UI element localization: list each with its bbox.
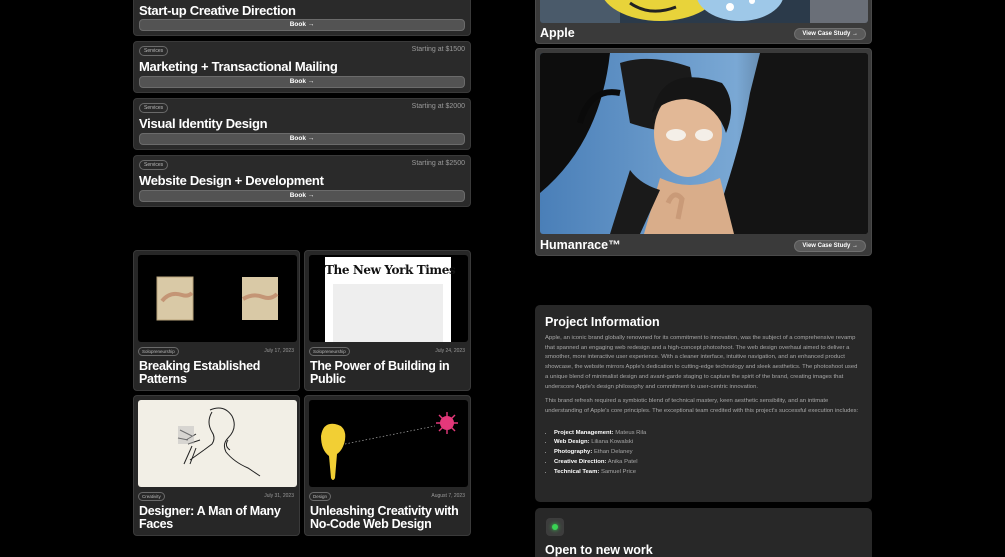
blog-card-no-code[interactable]: Design August 7, 2023 Unleashing Creativ… bbox=[304, 395, 471, 536]
credit-item: Project Management: Mateus Rila bbox=[554, 429, 862, 439]
service-title: Start-up Creative Direction bbox=[139, 3, 296, 18]
project-information-panel: Project Information Apple, an iconic bra… bbox=[535, 305, 872, 502]
newspaper-masthead: The New York Times bbox=[325, 263, 456, 277]
service-title: Website Design + Development bbox=[139, 173, 324, 188]
arrow-right-icon: → bbox=[852, 243, 858, 249]
service-card-website: Services Starting at $2500 Website Desig… bbox=[133, 155, 471, 207]
creation-of-adam-image bbox=[156, 276, 279, 321]
blog-tag: Solopreneurship bbox=[138, 347, 179, 356]
service-title: Visual Identity Design bbox=[139, 116, 268, 131]
case-study-name: Humanrace™ bbox=[540, 238, 621, 252]
case-study-name: Apple bbox=[540, 26, 575, 40]
blog-title: Breaking Established Patterns bbox=[139, 359, 261, 386]
case-study-image bbox=[540, 0, 868, 23]
view-case-study-button[interactable]: View Case Study → bbox=[794, 28, 866, 40]
service-card-mailing: Services Starting at $1500 Marketing + T… bbox=[133, 41, 471, 93]
online-dot-icon bbox=[552, 524, 558, 530]
blog-date: July 17, 2023 bbox=[264, 348, 294, 354]
blog-title: Designer: A Man of Many Faces bbox=[139, 504, 281, 531]
project-description: Apple, an iconic brand globally renowned… bbox=[545, 335, 858, 390]
book-button[interactable]: Book → bbox=[139, 133, 465, 145]
project-team-intro: This brand refresh required a symbiotic … bbox=[545, 398, 859, 414]
line-drawing-image bbox=[177, 407, 261, 477]
service-card-creative-direction: Start-up Creative Direction Book → bbox=[133, 0, 471, 36]
book-button[interactable]: Book → bbox=[139, 19, 465, 31]
credits-list: Project Management: Mateus Rila Web Desi… bbox=[545, 429, 862, 478]
blog-thumbnail bbox=[309, 400, 468, 487]
book-button[interactable]: Book → bbox=[139, 76, 465, 88]
credit-item: Creative Direction: Anika Patel bbox=[554, 458, 862, 468]
case-study-humanrace: Humanrace™ View Case Study → bbox=[535, 48, 872, 256]
project-info-title: Project Information bbox=[545, 315, 660, 329]
arrow-right-icon: → bbox=[852, 31, 858, 37]
blog-date: July 24, 2023 bbox=[435, 348, 465, 354]
blog-date: July 31, 2023 bbox=[264, 493, 294, 499]
blog-thumbnail bbox=[138, 400, 297, 487]
emoji-photo-image bbox=[540, 0, 868, 23]
newspaper-image: The New York Times bbox=[325, 257, 456, 342]
blog-tag: Creativity bbox=[138, 492, 165, 501]
blog-card-designer-many-faces[interactable]: Creativity July 31, 2023 Designer: A Man… bbox=[133, 395, 300, 536]
credit-item: Photography: Ethan Delaney bbox=[554, 448, 862, 458]
case-study-image bbox=[540, 53, 868, 234]
abstract-shapes-image bbox=[321, 412, 458, 480]
blog-title: The Power of Building in Public bbox=[310, 359, 450, 386]
service-card-visual-identity: Services Starting at $2000 Visual Identi… bbox=[133, 98, 471, 150]
service-tag: Services bbox=[139, 103, 169, 113]
blog-date: August 7, 2023 bbox=[431, 493, 465, 499]
blog-title: Unleashing Creativity with No-Code Web D… bbox=[310, 504, 459, 531]
credit-item: Web Design: Liliana Kowalski bbox=[554, 438, 862, 448]
blog-card-building-in-public[interactable]: The New York Times Solopreneurship July … bbox=[304, 250, 471, 391]
view-case-study-button[interactable]: View Case Study → bbox=[794, 240, 866, 252]
service-tag: Services bbox=[139, 46, 169, 56]
blog-thumbnail: The New York Times bbox=[309, 255, 468, 342]
status-indicator bbox=[546, 518, 564, 536]
service-price: Starting at $2500 bbox=[411, 160, 465, 167]
blog-tag: Solopreneurship bbox=[309, 347, 350, 356]
credit-item: Technical Team: Samuel Price bbox=[554, 468, 862, 478]
service-price: Starting at $1500 bbox=[411, 46, 465, 53]
service-price: Starting at $2000 bbox=[411, 103, 465, 110]
availability-title: Open to new work bbox=[545, 543, 653, 557]
blog-tag: Design bbox=[309, 492, 332, 501]
portrait-photo-image bbox=[540, 53, 868, 234]
book-button[interactable]: Book → bbox=[139, 190, 465, 202]
availability-card: Open to new work bbox=[535, 508, 872, 557]
service-tag: Services bbox=[139, 160, 169, 170]
blog-card-breaking-patterns[interactable]: Solopreneurship July 17, 2023 Breaking E… bbox=[133, 250, 300, 391]
blog-thumbnail bbox=[138, 255, 297, 342]
case-study-apple: Apple View Case Study → bbox=[535, 0, 872, 44]
service-title: Marketing + Transactional Mailing bbox=[139, 59, 338, 74]
